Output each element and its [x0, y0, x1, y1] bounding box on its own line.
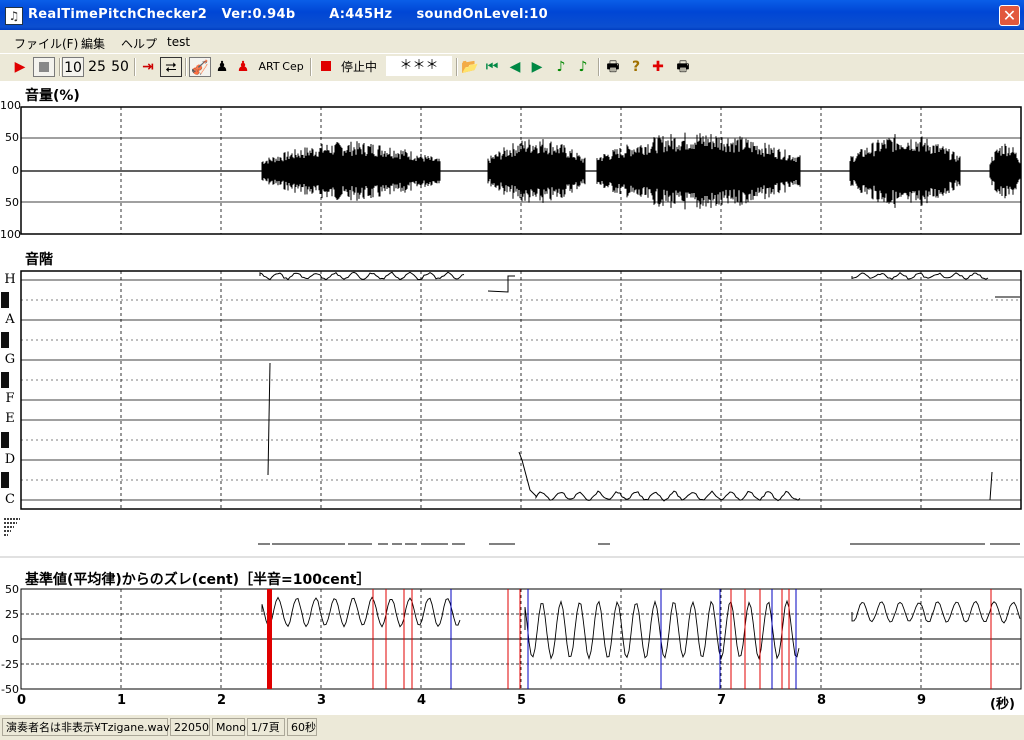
volume-tick-100-top: 100 [0, 99, 21, 112]
menu-file[interactable]: ファイル(F) [14, 35, 78, 52]
status-file: 演奏者名は非表示¥Tzigane.wav [2, 718, 170, 736]
menu-edit[interactable]: 編集 [81, 35, 105, 52]
black-key [1, 472, 9, 488]
cent-title: 基準値(平均律)からのズレ(cent)［半音=100cent］ [25, 572, 371, 588]
prev-page-icon[interactable]: ◀ [507, 57, 523, 77]
toolbar: ▶ 10 25 50 ⇥ ⮂ 🎻 ♟ ♟ ART Cep 停止中 📂 ⏮ ◀ ▶… [0, 53, 1024, 82]
span-50-button[interactable]: 50 [109, 57, 131, 77]
title-bar: ♫ RealTimePitchChecker2 Ver:0.94b A:445H… [0, 0, 1024, 30]
marker-icon[interactable]: ✚ [649, 57, 667, 77]
note-label-E: E [5, 411, 15, 426]
cent-tick-minus-25: -25 [1, 658, 19, 671]
first-page-icon[interactable]: ⏮ [484, 57, 500, 77]
time-unit-label: (秒) [990, 697, 1015, 712]
volume-tick-100-bottom: 100 [0, 228, 21, 241]
record-stop-icon[interactable] [318, 57, 334, 77]
status-bar: 演奏者名は非表示¥Tzigane.wav 22050 Mono 1/7頁 60秒 [0, 715, 1024, 740]
help-icon[interactable]: ? [627, 57, 645, 77]
status-rate: 22050 [170, 718, 210, 736]
menu-bar: ファイル(F) 編集 ヘルプ test [0, 31, 1024, 52]
stop-icon [39, 62, 49, 72]
black-key [1, 372, 9, 388]
note-label-H: H [4, 272, 16, 287]
menu-test[interactable]: test [167, 35, 190, 49]
menu-help[interactable]: ヘルプ [121, 35, 157, 52]
time-tick-0: 0 [17, 693, 27, 708]
time-tick-5: 5 [517, 693, 527, 708]
black-key [1, 292, 9, 308]
stop-button[interactable] [33, 57, 55, 77]
next-page-icon[interactable]: ▶ [529, 57, 545, 77]
note-icon[interactable]: ♪ [553, 57, 569, 77]
volume-tick-0: 0 [12, 164, 19, 177]
cent-tick-0: 0 [12, 633, 19, 646]
note-label-A: A [5, 312, 15, 327]
status-page: 1/7頁 [247, 718, 285, 736]
black-key [1, 432, 9, 448]
time-tick-1: 1 [117, 693, 127, 708]
cent-tick-25: 25 [5, 608, 19, 621]
close-button[interactable]: ✕ [999, 5, 1020, 26]
note-label-G: G [4, 352, 16, 367]
loop-icon[interactable]: ⮂ [160, 57, 182, 77]
black-key [1, 332, 9, 348]
performer-red-icon[interactable]: ♟ [234, 57, 252, 77]
time-tick-6: 6 [617, 693, 627, 708]
main-plot-area [0, 81, 1024, 715]
time-tick-2: 2 [217, 693, 227, 708]
violin-icon[interactable]: 🎻 [189, 57, 211, 77]
note-strip [0, 511, 1024, 558]
print-icon[interactable]: 🖶 [603, 57, 623, 77]
print-alt-icon[interactable]: 🖶 [673, 57, 693, 77]
art-button[interactable]: ART [258, 57, 280, 77]
volume-tick-50-bottom: 50 [5, 196, 19, 209]
time-tick-8: 8 [817, 693, 827, 708]
volume-tick-50-top: 50 [5, 131, 19, 144]
note-label-C: C [5, 492, 15, 507]
cep-button[interactable]: Cep [282, 57, 304, 77]
playback-state-label: 停止中 [340, 60, 377, 74]
time-tick-9: 9 [917, 693, 927, 708]
volume-title: 音量(%) [25, 88, 80, 104]
open-folder-icon[interactable]: 📂 [460, 57, 480, 77]
performer-icon[interactable]: ♟ [213, 57, 231, 77]
status-channels: Mono [212, 718, 246, 736]
play-icon[interactable]: ▶ [11, 57, 29, 77]
span-25-button[interactable]: 25 [86, 57, 108, 77]
time-tick-7: 7 [717, 693, 727, 708]
span-10-button[interactable]: 10 [62, 57, 84, 77]
music-icon[interactable]: ♫ [5, 7, 23, 25]
window-title: RealTimePitchChecker2 Ver:0.94b A:445Hz … [28, 7, 548, 22]
pitch-display: ＊＊＊ [386, 56, 452, 76]
note-label-F: F [5, 391, 15, 406]
scale-frame [20, 270, 1022, 510]
note-label-D: D [4, 452, 16, 467]
analysis-plots [0, 106, 1024, 690]
time-tick-4: 4 [417, 693, 427, 708]
scale-title: 音階 [25, 252, 53, 268]
skip-to-end-icon[interactable]: ⇥ [138, 57, 158, 77]
status-duration: 60秒 [287, 718, 317, 736]
cent-tick-50: 50 [5, 583, 19, 596]
note-alt-icon[interactable]: ♪ [575, 57, 591, 77]
time-tick-3: 3 [317, 693, 327, 708]
